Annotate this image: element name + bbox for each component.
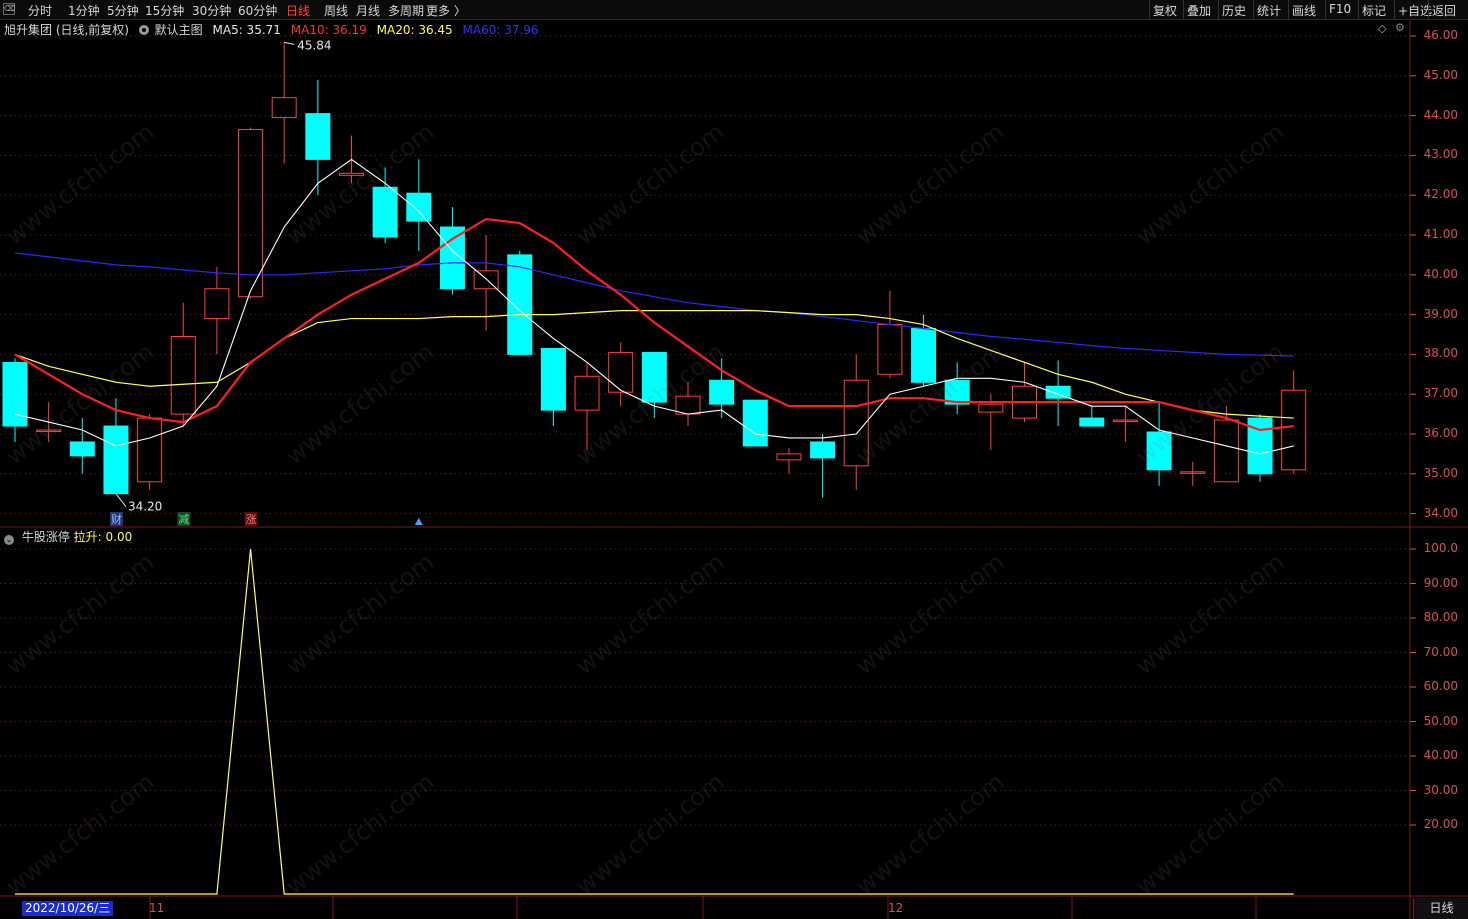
price-tick-label: 40.00 [1423, 266, 1458, 281]
candle-body [271, 97, 297, 119]
candle-body [238, 129, 264, 298]
candle-body [742, 399, 768, 447]
candle-body [69, 441, 95, 457]
candle-body [776, 453, 802, 461]
candle-body [540, 347, 566, 411]
event-tag-label: 财 [111, 512, 122, 526]
ma60-line [14, 252, 1294, 357]
candle-body [1045, 385, 1071, 399]
candle-body [911, 328, 937, 383]
sub-tick-label: 100.0 [1423, 541, 1458, 555]
sub-tick-label: 40.00 [1423, 748, 1458, 762]
candle-body [507, 254, 533, 355]
price-tick-label: 43.00 [1423, 147, 1458, 162]
high-marker-label: 45.84 [297, 38, 331, 52]
candle-body [1213, 419, 1239, 483]
candle-body [978, 403, 1004, 413]
sub-tick-label: 80.00 [1423, 610, 1458, 624]
candle-body [170, 335, 196, 415]
candle-body [372, 186, 398, 238]
price-tick-label: 38.00 [1423, 346, 1458, 361]
month-label-12: 12 [888, 901, 904, 915]
candle-body [608, 351, 634, 393]
period-indicator[interactable]: 日线 [1413, 898, 1468, 919]
low-marker-arrow [115, 493, 127, 508]
price-tick-label: 39.00 [1423, 306, 1458, 321]
candle-body [810, 441, 836, 459]
price-tick-label: 42.00 [1423, 187, 1458, 202]
price-tick-label: 45.00 [1423, 67, 1458, 82]
sub-tick-label: 30.00 [1423, 782, 1458, 797]
low-marker-label: 34.20 [128, 500, 162, 514]
candle-body [574, 375, 600, 411]
cursor-date: 2022/10/26/三 [22, 901, 114, 916]
event-tag-label: 减 [178, 513, 189, 526]
sub-tick-label: 20.00 [1423, 817, 1458, 831]
price-tick-label: 36.00 [1423, 426, 1458, 440]
month-label-11: 11 [149, 901, 165, 915]
candle-body [406, 192, 432, 222]
candle-body [877, 324, 903, 375]
price-tick-label: 44.00 [1423, 107, 1458, 122]
candle-body [137, 417, 163, 483]
sub-tick-label: 50.00 [1423, 713, 1458, 728]
candle-body [103, 425, 129, 495]
candle-body [305, 113, 331, 160]
price-tick-label: 34.00 [1423, 505, 1458, 520]
candle-body [1079, 417, 1105, 427]
event-tag-label: 涨 [246, 513, 257, 526]
price-tick-label: 35.00 [1423, 465, 1458, 480]
high-marker-arrow [284, 41, 295, 45]
sub-tick-label: 60.00 [1423, 679, 1458, 693]
candle-body [709, 379, 735, 405]
candle-body [1281, 389, 1307, 471]
price-tick-label: 41.00 [1423, 227, 1458, 241]
price-tick-label: 37.00 [1423, 386, 1458, 401]
event-arrow-icon [414, 518, 423, 525]
sub-tick-label: 90.00 [1423, 575, 1458, 590]
price-tick-label: 46.00 [1423, 28, 1458, 42]
candle-body [675, 395, 701, 415]
sub-tick-label: 70.00 [1423, 644, 1458, 659]
